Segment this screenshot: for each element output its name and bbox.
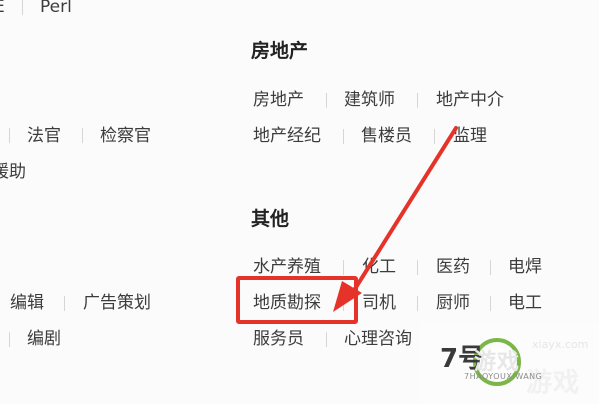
divider xyxy=(9,128,10,143)
job-link-prosecutor[interactable]: 检察官 xyxy=(100,125,151,147)
job-link-sales-staff[interactable]: 售楼员 xyxy=(361,125,412,147)
divider xyxy=(343,260,344,275)
job-link-electrician[interactable]: 电工 xyxy=(508,292,542,314)
job-link-perl[interactable]: Perl xyxy=(40,0,72,18)
divider xyxy=(9,332,10,347)
watermark-subtitle: 7HAOYOUXIWANG xyxy=(464,372,543,381)
job-link-medicine[interactable]: 医药 xyxy=(436,256,470,278)
section-title-other: 其他 xyxy=(251,208,290,230)
divider xyxy=(417,296,418,311)
divider xyxy=(326,332,327,347)
job-link-waiter[interactable]: 服务员 xyxy=(253,328,304,350)
job-link-driver[interactable]: 司机 xyxy=(362,292,396,314)
job-link-judge[interactable]: 法官 xyxy=(27,125,61,147)
divider xyxy=(22,0,23,15)
divider xyxy=(490,260,491,275)
divider xyxy=(434,129,435,144)
section-title-real-estate: 房地产 xyxy=(251,40,309,62)
left-partial-text: E xyxy=(0,0,5,18)
divider xyxy=(343,129,344,144)
divider xyxy=(82,128,83,143)
job-link-editor[interactable]: 编辑 xyxy=(10,292,44,314)
job-link-counseling[interactable]: 心理咨询 xyxy=(344,328,412,350)
job-link-real-estate[interactable]: 房地产 xyxy=(253,89,304,111)
job-link-realty-broker[interactable]: 地产经纪 xyxy=(253,125,321,147)
divider xyxy=(417,260,418,275)
job-link-welder[interactable]: 电焊 xyxy=(508,256,542,278)
job-link-legal-aid-partial[interactable]: 援助 xyxy=(0,161,26,183)
job-link-ad-planning[interactable]: 广告策划 xyxy=(83,292,151,314)
watermark-url: xiayx.com xyxy=(532,338,589,351)
divider xyxy=(326,93,327,108)
job-link-chef[interactable]: 厨师 xyxy=(436,292,470,314)
job-link-chemical[interactable]: 化工 xyxy=(362,256,396,278)
highlight-box xyxy=(236,276,358,324)
job-link-aquaculture[interactable]: 水产养殖 xyxy=(253,256,321,278)
divider xyxy=(417,93,418,108)
divider xyxy=(490,296,491,311)
job-link-realty-agent[interactable]: 地产中介 xyxy=(436,89,504,111)
job-link-architect[interactable]: 建筑师 xyxy=(344,89,395,111)
job-link-screenwriter[interactable]: 编剧 xyxy=(27,328,61,350)
job-link-supervisor[interactable]: 监理 xyxy=(453,125,487,147)
divider xyxy=(64,296,65,311)
